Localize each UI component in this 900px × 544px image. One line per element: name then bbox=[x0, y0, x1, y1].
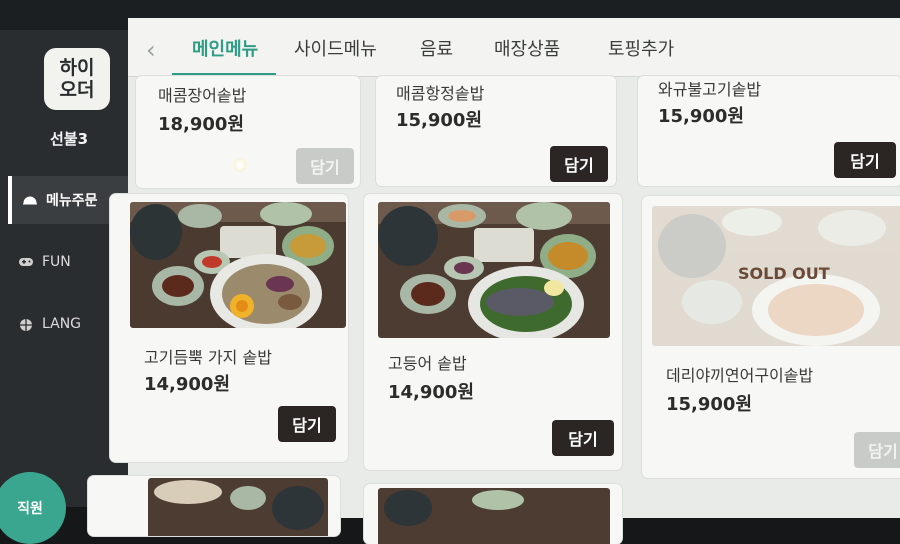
menu-price: 18,900원 bbox=[158, 114, 245, 135]
menu-card[interactable]: 와규불고기솥밥 15,900원 담기 bbox=[638, 76, 900, 186]
menu-card[interactable] bbox=[88, 476, 340, 536]
gamepad-icon bbox=[18, 256, 34, 268]
category-tabs: ‹ 메인메뉴 사이드메뉴 음료 매장상품 토핑추가 bbox=[128, 18, 900, 77]
add-button[interactable]: 담기 bbox=[834, 142, 896, 178]
tab-side-menu[interactable]: 사이드메뉴 bbox=[294, 35, 377, 61]
menu-name: 데리야끼연어구이솥밥 bbox=[666, 366, 814, 385]
call-staff-button[interactable]: 직원 bbox=[0, 472, 66, 544]
tab-main-menu[interactable]: 메인메뉴 bbox=[192, 35, 258, 61]
globe-icon bbox=[18, 318, 34, 331]
menu-price: 15,900원 bbox=[666, 394, 753, 415]
tab-store-products[interactable]: 매장상품 bbox=[494, 35, 560, 61]
menu-name: 고등어 솥밥 bbox=[388, 354, 467, 373]
add-button[interactable]: 담기 bbox=[296, 148, 354, 184]
menu-price: 15,900원 bbox=[658, 106, 745, 127]
menu-photo bbox=[130, 202, 346, 328]
add-button[interactable]: 담기 bbox=[854, 432, 900, 468]
menu-card[interactable]: SOLD OUT 데리야끼연어구이솥밥 15,900원 담기 bbox=[642, 196, 900, 478]
light-glare bbox=[232, 158, 248, 172]
sold-out-label: SOLD OUT bbox=[738, 264, 830, 283]
chevron-left-icon[interactable]: ‹ bbox=[146, 36, 156, 64]
menu-photo bbox=[148, 478, 328, 536]
add-button[interactable]: 담기 bbox=[552, 420, 614, 456]
menu-price: 15,900원 bbox=[396, 110, 483, 131]
sidebar-item-label: 메뉴주문 bbox=[46, 193, 98, 209]
menu-card[interactable]: 매콤항정솥밥 15,900원 담기 bbox=[376, 76, 616, 186]
menu-name: 매콤장어솥밥 bbox=[158, 86, 247, 105]
add-button[interactable]: 담기 bbox=[278, 406, 336, 442]
menu-name: 고기듬뿍 가지 솥밥 bbox=[144, 348, 272, 367]
sidebar-item-label: FUN bbox=[42, 254, 71, 270]
menu-price: 14,900원 bbox=[144, 374, 231, 395]
tab-drinks[interactable]: 음료 bbox=[420, 35, 453, 61]
app-logo: 하이 오더 bbox=[44, 48, 110, 110]
menu-panel: ‹ 메인메뉴 사이드메뉴 음료 매장상품 토핑추가 매콤장어솥밥 18,900원… bbox=[88, 18, 900, 544]
cloche-icon bbox=[22, 194, 38, 206]
table-name: 선불3 bbox=[50, 130, 89, 148]
menu-name: 와규불고기솥밥 bbox=[658, 80, 762, 99]
menu-name: 매콤항정솥밥 bbox=[396, 84, 485, 103]
menu-card[interactable]: 고기듬뿍 가지 솥밥 14,900원 담기 bbox=[110, 194, 348, 462]
tab-toppings[interactable]: 토핑추가 bbox=[608, 35, 674, 61]
sidebar-item-label: LANG bbox=[42, 316, 82, 332]
menu-photo bbox=[378, 202, 610, 338]
menu-photo bbox=[378, 488, 610, 544]
menu-card[interactable]: 매콤장어솥밥 18,900원 담기 bbox=[136, 76, 360, 188]
menu-card[interactable] bbox=[364, 484, 622, 544]
menu-price: 14,900원 bbox=[388, 382, 475, 403]
add-button[interactable]: 담기 bbox=[550, 146, 608, 182]
menu-card[interactable]: 고등어 솥밥 14,900원 담기 bbox=[364, 194, 622, 470]
